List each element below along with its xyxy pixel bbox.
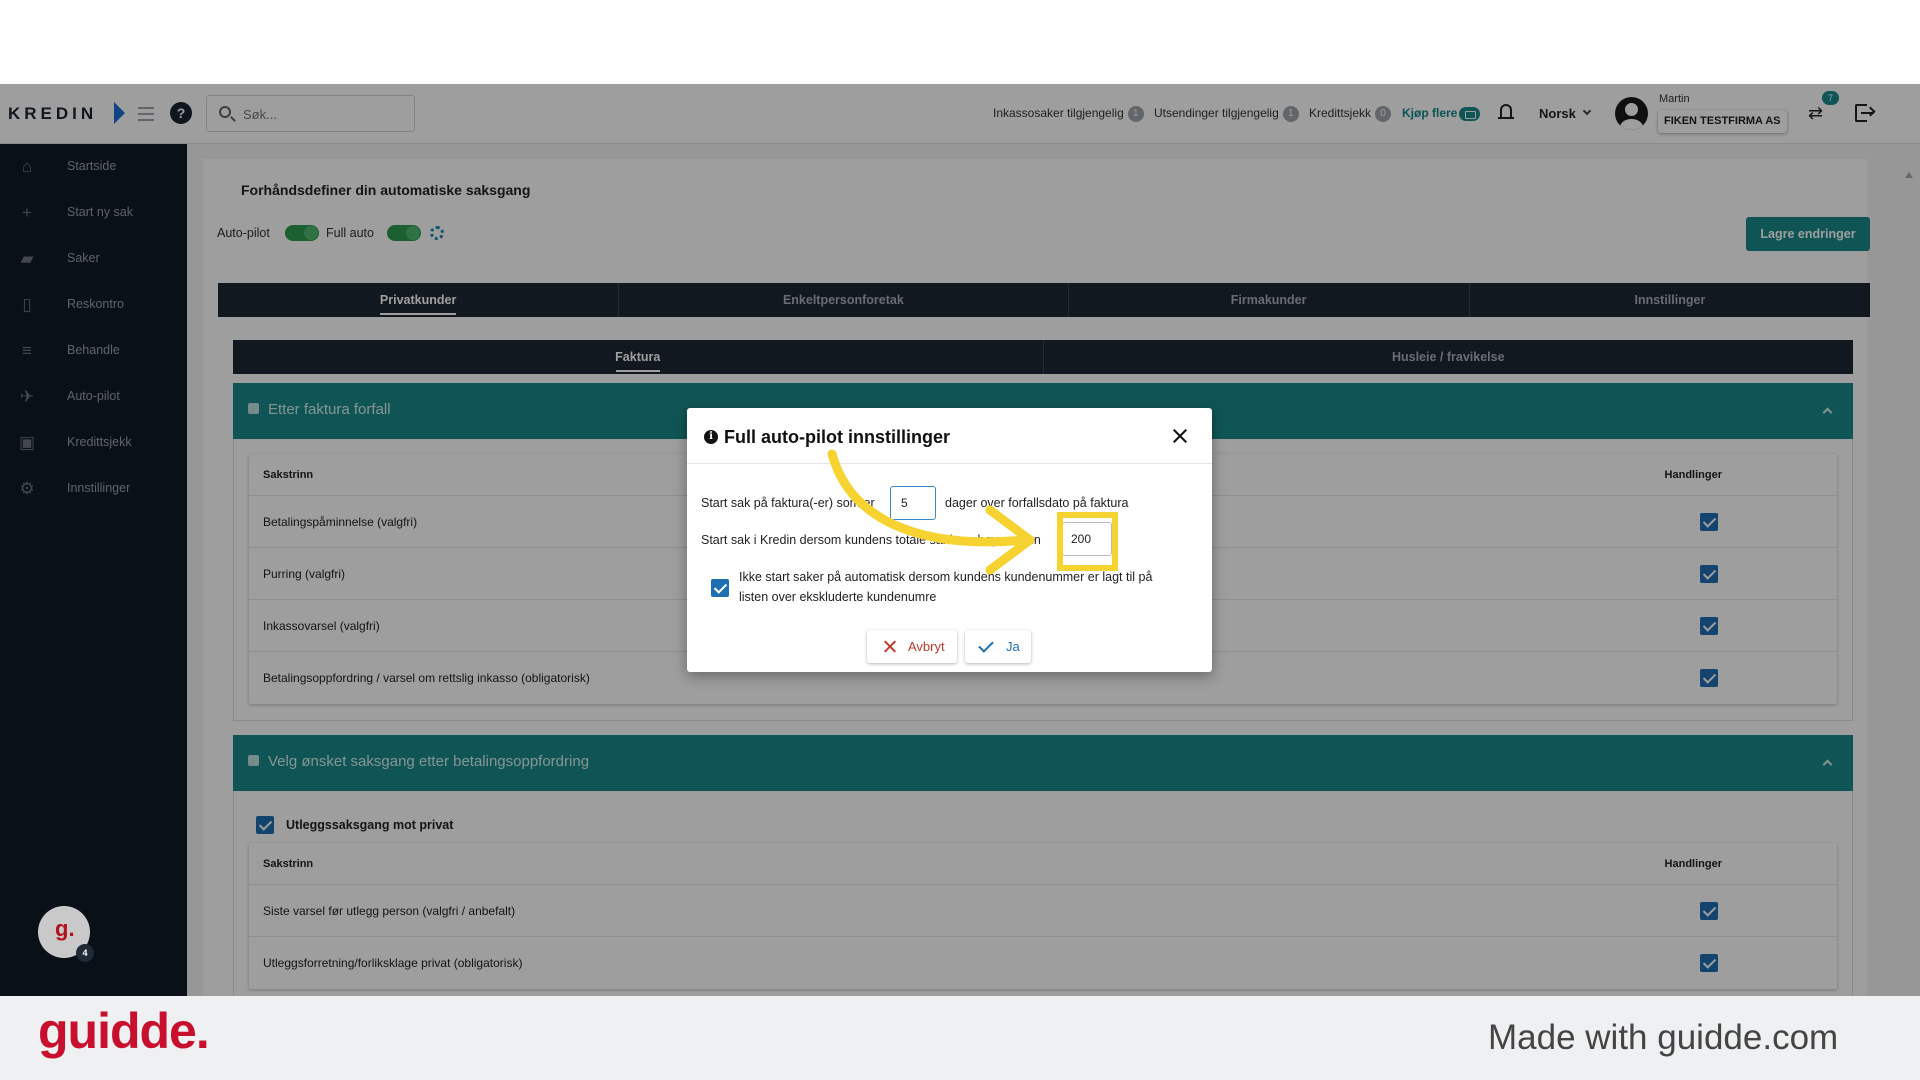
confirm-button[interactable]: Ja: [965, 630, 1031, 663]
guidde-avatar-count: 4: [76, 944, 94, 962]
input-highlight-box: [1057, 512, 1118, 571]
check-icon: [978, 637, 994, 653]
guidde-footer: guidde. Made with guidde.com: [0, 996, 1920, 1080]
guidde-avatar[interactable]: g. 4: [38, 906, 94, 962]
guidde-logo: guidde.: [38, 1003, 210, 1059]
made-with-text: Made with guidde.com: [1488, 1018, 1839, 1057]
annotation-arrow: [827, 449, 1035, 575]
info-icon: i: [704, 430, 718, 444]
exclude-customers-checkbox[interactable]: [711, 579, 729, 597]
close-icon[interactable]: [1171, 427, 1189, 445]
exclude-label-line2: listen over ekskluderte kundenumre: [739, 590, 937, 604]
top-margin: [0, 0, 1920, 84]
cancel-button[interactable]: Avbryt: [867, 630, 957, 663]
close-icon: [883, 639, 897, 653]
